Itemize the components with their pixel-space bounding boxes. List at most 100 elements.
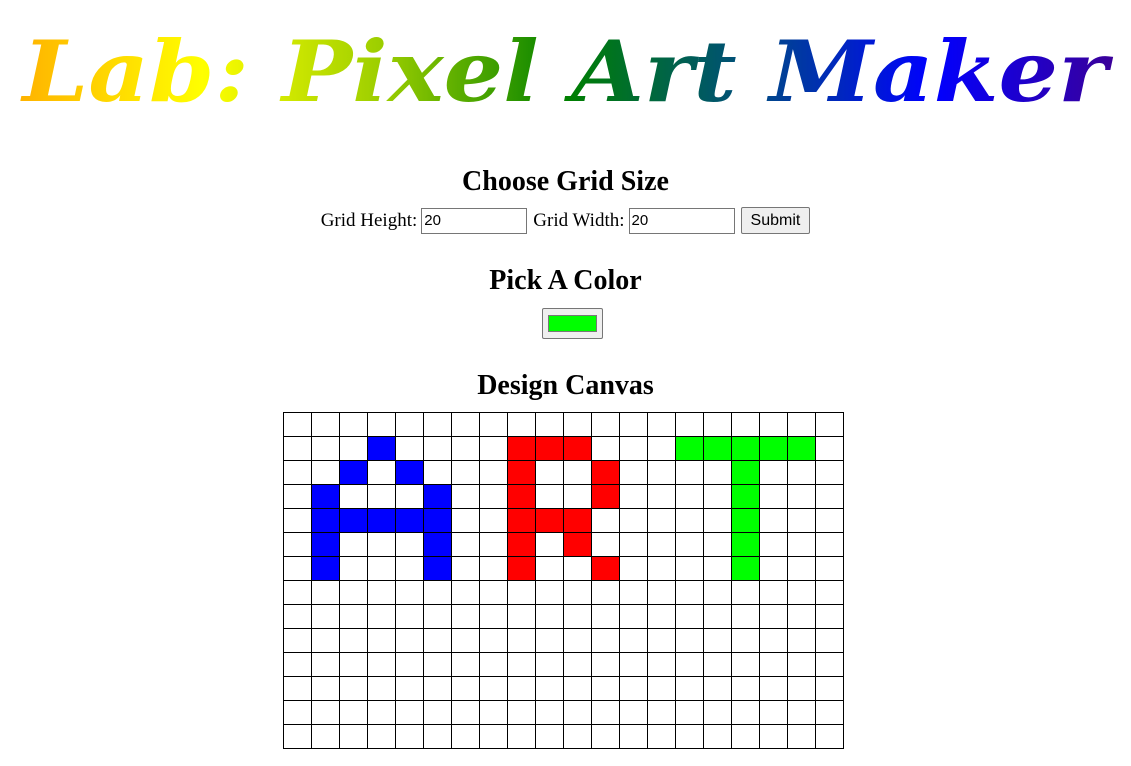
canvas-cell[interactable] [619,724,648,749]
canvas-cell[interactable] [423,460,452,485]
canvas-cell[interactable] [423,556,452,581]
canvas-cell[interactable] [339,532,368,557]
canvas-cell[interactable] [507,604,536,629]
canvas-cell[interactable] [731,700,760,725]
canvas-cell[interactable] [395,436,424,461]
canvas-cell[interactable] [283,412,312,437]
canvas-cell[interactable] [423,508,452,533]
canvas-cell[interactable] [507,556,536,581]
canvas-cell[interactable] [591,604,620,629]
canvas-cell[interactable] [451,556,480,581]
canvas-cell[interactable] [787,412,816,437]
canvas-cell[interactable] [311,484,340,509]
canvas-cell[interactable] [787,628,816,653]
canvas-cell[interactable] [395,508,424,533]
canvas-cell[interactable] [395,580,424,605]
canvas-cell[interactable] [283,628,312,653]
canvas-cell[interactable] [563,628,592,653]
canvas-cell[interactable] [619,532,648,557]
canvas-cell[interactable] [731,460,760,485]
canvas-cell[interactable] [731,532,760,557]
canvas-cell[interactable] [675,724,704,749]
canvas-cell[interactable] [507,484,536,509]
canvas-cell[interactable] [731,676,760,701]
canvas-cell[interactable] [367,604,396,629]
canvas-cell[interactable] [703,412,732,437]
canvas-cell[interactable] [647,508,676,533]
canvas-cell[interactable] [675,604,704,629]
canvas-cell[interactable] [451,700,480,725]
canvas-cell[interactable] [815,604,844,629]
canvas-cell[interactable] [367,412,396,437]
canvas-cell[interactable] [647,436,676,461]
grid-height-input[interactable] [421,207,528,234]
canvas-cell[interactable] [395,412,424,437]
canvas-cell[interactable] [451,484,480,509]
canvas-cell[interactable] [339,604,368,629]
canvas-cell[interactable] [451,580,480,605]
grid-width-input[interactable] [628,207,735,234]
canvas-cell[interactable] [703,556,732,581]
canvas-cell[interactable] [619,556,648,581]
canvas-cell[interactable] [339,700,368,725]
canvas-cell[interactable] [647,652,676,677]
canvas-cell[interactable] [591,580,620,605]
canvas-cell[interactable] [731,508,760,533]
canvas-cell[interactable] [423,724,452,749]
canvas-cell[interactable] [339,580,368,605]
canvas-cell[interactable] [563,556,592,581]
canvas-cell[interactable] [283,556,312,581]
canvas-cell[interactable] [535,508,564,533]
canvas-cell[interactable] [591,532,620,557]
canvas-cell[interactable] [451,604,480,629]
canvas-cell[interactable] [647,604,676,629]
canvas-cell[interactable] [759,652,788,677]
canvas-cell[interactable] [311,652,340,677]
canvas-cell[interactable] [395,484,424,509]
canvas-cell[interactable] [815,580,844,605]
canvas-cell[interactable] [339,460,368,485]
canvas-cell[interactable] [339,724,368,749]
canvas-cell[interactable] [703,604,732,629]
color-picker[interactable] [542,308,603,339]
canvas-cell[interactable] [591,460,620,485]
canvas-cell[interactable] [395,676,424,701]
canvas-cell[interactable] [787,724,816,749]
canvas-cell[interactable] [591,412,620,437]
canvas-cell[interactable] [311,460,340,485]
canvas-cell[interactable] [535,556,564,581]
canvas-cell[interactable] [507,436,536,461]
canvas-cell[interactable] [451,652,480,677]
submit-button[interactable]: Submit [740,207,811,234]
canvas-cell[interactable] [647,700,676,725]
canvas-cell[interactable] [563,532,592,557]
canvas-cell[interactable] [535,460,564,485]
canvas-cell[interactable] [647,676,676,701]
canvas-cell[interactable] [311,412,340,437]
canvas-cell[interactable] [535,676,564,701]
canvas-cell[interactable] [675,508,704,533]
canvas-cell[interactable] [591,652,620,677]
canvas-cell[interactable] [367,436,396,461]
canvas-cell[interactable] [535,484,564,509]
canvas-cell[interactable] [479,436,508,461]
canvas-cell[interactable] [423,652,452,677]
canvas-cell[interactable] [675,532,704,557]
canvas-cell[interactable] [563,652,592,677]
canvas-cell[interactable] [815,508,844,533]
canvas-cell[interactable] [647,460,676,485]
canvas-cell[interactable] [479,700,508,725]
canvas-cell[interactable] [703,724,732,749]
canvas-cell[interactable] [703,532,732,557]
canvas-cell[interactable] [395,700,424,725]
canvas-cell[interactable] [479,628,508,653]
canvas-cell[interactable] [647,412,676,437]
canvas-cell[interactable] [703,580,732,605]
canvas-cell[interactable] [535,580,564,605]
canvas-cell[interactable] [703,700,732,725]
canvas-cell[interactable] [423,532,452,557]
canvas-cell[interactable] [283,724,312,749]
canvas-cell[interactable] [535,532,564,557]
canvas-cell[interactable] [367,652,396,677]
canvas-cell[interactable] [479,484,508,509]
